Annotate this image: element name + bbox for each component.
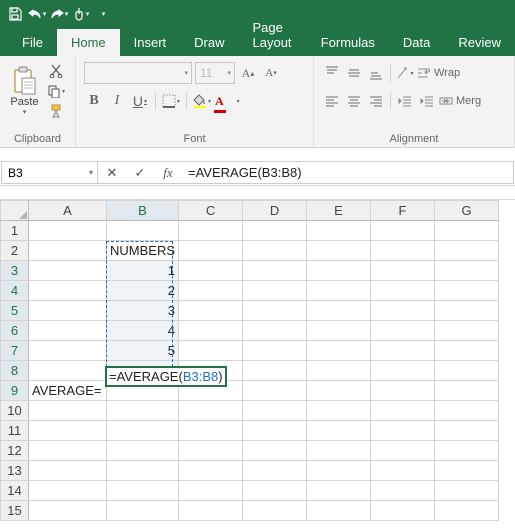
cell[interactable]: 5: [107, 341, 179, 361]
font-name-combo[interactable]: ▾: [84, 62, 192, 84]
ribbon: Paste ▾ ▾ Clipboard ▾ 11▾ A▴ A▾ B I U▾: [0, 56, 515, 148]
increase-font-icon[interactable]: A▴: [238, 62, 258, 84]
wrap-text-button[interactable]: Wrap: [417, 62, 460, 84]
increase-indent-icon[interactable]: [417, 90, 437, 112]
align-bottom-icon[interactable]: [366, 62, 386, 84]
row-header[interactable]: 15: [1, 501, 29, 521]
row-header[interactable]: 11: [1, 421, 29, 441]
enter-formula-icon[interactable]: ✓: [126, 162, 154, 183]
border-icon[interactable]: ▾: [161, 90, 181, 112]
tab-review[interactable]: Review: [444, 29, 515, 56]
row-header[interactable]: 5: [1, 301, 29, 321]
row-header[interactable]: 4: [1, 281, 29, 301]
cell[interactable]: 4: [107, 321, 179, 341]
cell[interactable]: AVERAGE=: [29, 381, 107, 401]
col-header-G[interactable]: G: [435, 201, 499, 221]
save-icon[interactable]: [4, 3, 26, 25]
formula-input[interactable]: =AVERAGE(B3:B8): [182, 161, 514, 184]
cell[interactable]: NUMBERS: [107, 241, 179, 261]
group-alignment: ▾ Wrap Merg Alignment: [314, 56, 515, 147]
decrease-indent-icon[interactable]: [395, 90, 415, 112]
fx-icon[interactable]: fx: [154, 162, 182, 183]
formula-bar: B3▾ ✕ ✓ fx =AVERAGE(B3:B8): [0, 160, 515, 186]
cell[interactable]: 1: [107, 261, 179, 281]
row-header[interactable]: 3: [1, 261, 29, 281]
col-header-F[interactable]: F: [371, 201, 435, 221]
group-label-font: Font: [84, 131, 305, 145]
row-header[interactable]: 1: [1, 221, 29, 241]
tab-page-layout[interactable]: Page Layout: [239, 14, 307, 56]
cut-icon[interactable]: [45, 62, 67, 80]
align-right-icon[interactable]: [366, 90, 386, 112]
col-header-E[interactable]: E: [307, 201, 371, 221]
col-header-A[interactable]: A: [29, 201, 107, 221]
align-center-icon[interactable]: [344, 90, 364, 112]
orientation-icon[interactable]: ▾: [395, 62, 415, 84]
tab-data[interactable]: Data: [389, 29, 444, 56]
merge-center-button[interactable]: Merg: [439, 90, 481, 112]
group-clipboard: Paste ▾ ▾ Clipboard: [0, 56, 76, 147]
customize-qat-icon[interactable]: ▾: [92, 3, 114, 25]
row-header[interactable]: 12: [1, 441, 29, 461]
row-header[interactable]: 6: [1, 321, 29, 341]
col-header-C[interactable]: C: [179, 201, 243, 221]
copy-icon[interactable]: ▾: [45, 82, 67, 100]
underline-button[interactable]: U▾: [130, 90, 150, 112]
col-header-D[interactable]: D: [243, 201, 307, 221]
row-header[interactable]: 2: [1, 241, 29, 261]
row-header[interactable]: 9: [1, 381, 29, 401]
cancel-formula-icon[interactable]: ✕: [98, 162, 126, 183]
tab-insert[interactable]: Insert: [120, 29, 181, 56]
undo-icon[interactable]: ▾: [26, 3, 48, 25]
touch-mode-icon[interactable]: ▾: [70, 3, 92, 25]
row-header[interactable]: 13: [1, 461, 29, 481]
row-header[interactable]: 14: [1, 481, 29, 501]
tab-file[interactable]: File: [8, 29, 57, 56]
align-left-icon[interactable]: [322, 90, 342, 112]
col-header-B[interactable]: B: [107, 201, 179, 221]
row-header[interactable]: 10: [1, 401, 29, 421]
group-label-clipboard: Clipboard: [8, 131, 67, 145]
font-color-icon[interactable]: A▾: [215, 90, 240, 112]
decrease-font-icon[interactable]: A▾: [261, 62, 281, 84]
select-all-corner[interactable]: [1, 201, 29, 221]
tab-draw[interactable]: Draw: [180, 29, 238, 56]
group-font: ▾ 11▾ A▴ A▾ B I U▾ ▾ ▾ A▾ Font: [76, 56, 314, 147]
bold-button[interactable]: B: [84, 90, 104, 112]
italic-button[interactable]: I: [107, 90, 127, 112]
cell[interactable]: 2: [107, 281, 179, 301]
font-size-combo[interactable]: 11▾: [195, 62, 235, 84]
tab-home[interactable]: Home: [57, 29, 120, 56]
row-header[interactable]: 8: [1, 361, 29, 381]
align-middle-icon[interactable]: [344, 62, 364, 84]
tab-formulas[interactable]: Formulas: [307, 29, 389, 56]
redo-icon[interactable]: ▾: [48, 3, 70, 25]
cell[interactable]: 3: [107, 301, 179, 321]
name-box[interactable]: B3▾: [1, 161, 98, 184]
row-header[interactable]: 7: [1, 341, 29, 361]
paste-label: Paste: [10, 96, 38, 108]
worksheet-grid[interactable]: A B C D E F G 1 2NUMBERS 31 42 53 64 75 …: [0, 200, 515, 521]
group-label-alignment: Alignment: [322, 131, 506, 145]
align-top-icon[interactable]: [322, 62, 342, 84]
cell-editor[interactable]: =AVERAGE(B3:B8): [105, 366, 227, 387]
paste-button[interactable]: Paste ▾: [8, 60, 41, 122]
format-painter-icon[interactable]: [45, 102, 67, 120]
fill-color-icon[interactable]: ▾: [192, 90, 212, 112]
ribbon-tabs: File Home Insert Draw Page Layout Formul…: [0, 28, 515, 56]
